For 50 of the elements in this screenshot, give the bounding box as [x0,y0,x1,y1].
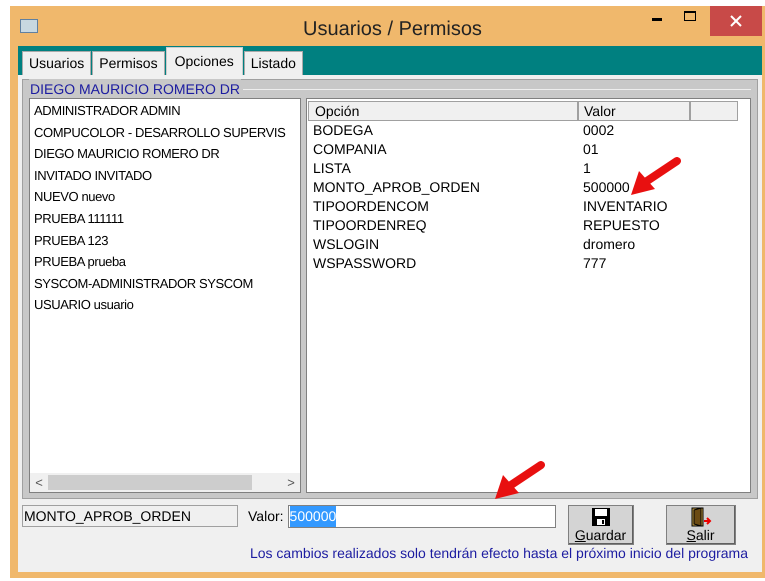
door-exit-icon [690,507,712,527]
column-header[interactable]: Opción [308,101,578,121]
window-title: Usuarios / Permisos [303,17,482,42]
scrollbar-thumb[interactable] [48,475,252,490]
table-cell: TIPOORDENCOM [313,198,429,214]
user-list-item[interactable]: COMPUCOLOR - DESARROLLO SUPERVIS [34,122,286,144]
arrow-drawing [495,461,545,499]
tab[interactable]: Usuarios [22,51,92,75]
scroll-right-button[interactable]: > [282,472,300,492]
table-cell: WSLOGIN [313,236,380,252]
table-cell: REPUESTO [583,217,660,233]
horizontal-scrollbar[interactable]: < > [30,473,300,492]
table-cell: TIPOORDENREQ [313,217,427,233]
value-label: Valor: [248,507,284,526]
table-cell: 01 [583,141,599,157]
table-cell: INVENTARIO [583,198,668,214]
scroll-left-button[interactable]: < [30,472,48,492]
table-cell: dromero [583,236,636,252]
table-cell: BODEGA [313,122,373,138]
table-cell: LISTA [313,160,351,176]
input-text: 500000 [290,506,336,527]
info-note: Los cambios realizados solo tendrán efecto hasta el próximo inicio del programa [250,544,748,563]
tab[interactable]: Opciones [166,47,243,75]
user-list-item[interactable]: NUEVO nuevo [34,186,115,208]
table-cell: WSPASSWORD [313,255,416,271]
user-list-item[interactable]: DIEGO MAURICIO ROMERO DR [34,143,220,165]
close-button[interactable] [710,6,762,36]
column-header [690,101,738,121]
tab[interactable]: Listado [244,51,303,75]
option-field: MONTO_APROB_ORDEN [22,505,238,527]
user-list-item[interactable]: PRUEBA prueba [34,251,126,273]
user-list-item[interactable]: SYSCOM-ADMINISTRADOR SYSCOM [34,272,253,294]
user-list-item[interactable]: ADMINISTRADOR ADMIN [34,100,180,122]
user-list-item[interactable]: PRUEBA 123 [34,230,108,252]
save-button[interactable]: Guardar [568,505,634,545]
table-cell: 500000 [583,179,630,195]
user-list-item[interactable]: INVITADO INVITADO [34,164,152,186]
close-icon [730,15,742,27]
app-icon [20,19,38,33]
table-cell: 777 [583,255,606,271]
user-list-item[interactable]: PRUEBA 111111 [34,208,124,230]
column-header[interactable]: Valor [578,101,690,121]
table-cell: 1 [583,160,591,176]
exit-button[interactable]: Salir [666,505,736,545]
table-cell: 0002 [583,122,614,138]
user-list-item[interactable]: USUARIO usuario [34,294,134,316]
table-cell: COMPANIA [313,141,387,157]
arrow-drawing [631,157,681,195]
table-cell: MONTO_APROB_ORDEN [313,179,480,195]
tab[interactable]: Permisos [92,51,165,75]
